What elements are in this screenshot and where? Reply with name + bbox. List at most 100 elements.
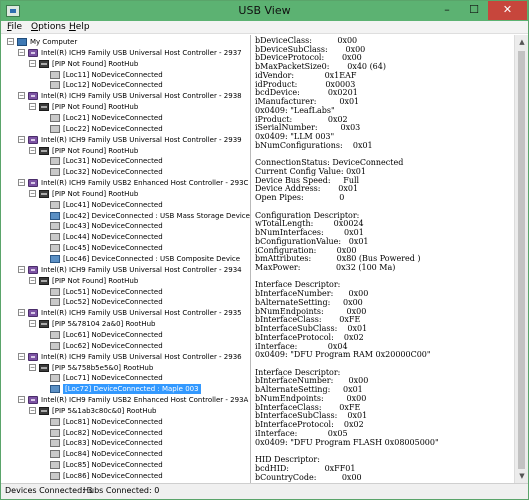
title-bar[interactable]: USB View – ☐ ✕ — [1, 1, 528, 21]
tree-node-label: [PIP 5&758b5e5&0] RootHub — [52, 363, 154, 372]
tree-node[interactable]: − [PIP Not Found] RootHub — [3, 102, 250, 112]
collapse-toggle-icon[interactable]: − — [7, 38, 14, 45]
collapse-toggle-icon[interactable]: − — [18, 135, 25, 143]
tree-node[interactable]: − Intel(R) ICH9 Family USB2 Enhanced Host… — [3, 178, 250, 188]
scroll-thumb[interactable] — [518, 51, 525, 469]
tree-node[interactable]: [Loc46] DeviceConnected : USB Composite … — [3, 254, 250, 264]
collapse-toggle-icon[interactable]: − — [29, 59, 36, 67]
tree-node[interactable]: [Loc81] NoDeviceConnected — [3, 417, 250, 427]
port-icon — [50, 113, 60, 122]
tree-node-label: [Loc31] NoDeviceConnected — [63, 157, 163, 166]
tree-node[interactable]: [Loc83] NoDeviceConnected — [3, 438, 250, 448]
tree-node[interactable]: [Loc52] NoDeviceConnected — [3, 297, 250, 307]
port-icon — [50, 330, 60, 339]
menu-file[interactable]: File — [7, 22, 22, 32]
tree-node[interactable]: [Loc12] NoDeviceConnected — [3, 80, 250, 90]
collapse-toggle-icon[interactable]: − — [29, 320, 36, 328]
tree-node-label: [Loc61] NoDeviceConnected — [63, 330, 163, 339]
collapse-toggle-icon[interactable]: − — [29, 189, 36, 197]
tree-node[interactable]: − Intel(R) ICH9 Family USB Universal Host… — [3, 48, 250, 58]
tree-node[interactable]: − Intel(R) ICH9 Family USB Universal Host… — [3, 352, 250, 362]
tree-node[interactable]: [Loc61] NoDeviceConnected — [3, 330, 250, 340]
scroll-down-arrow-icon[interactable]: ▼ — [515, 469, 529, 483]
collapse-toggle-icon[interactable]: − — [18, 48, 25, 56]
tree-node[interactable]: [Loc42] DeviceConnected : USB Mass Stora… — [3, 211, 250, 221]
port-icon — [50, 124, 60, 133]
collapse-toggle-icon[interactable]: − — [18, 92, 25, 100]
menu-help[interactable]: Help — [69, 22, 90, 32]
tree-node[interactable]: [Loc41] NoDeviceConnected — [3, 200, 250, 210]
tree-node[interactable]: − Intel(R) ICH9 Family USB Universal Host… — [3, 91, 250, 101]
collapse-toggle-icon[interactable]: − — [29, 406, 36, 414]
menu-options[interactable]: Options — [31, 22, 66, 32]
tree-node[interactable]: − Intel(R) ICH9 Family USB Universal Host… — [3, 135, 250, 145]
tree-node[interactable]: − [PIP 5&1ab3c80c&0] RootHub — [3, 406, 250, 416]
tree-node-label: [Loc41] NoDeviceConnected — [63, 200, 163, 209]
tree-node[interactable]: − [PIP Not Found] RootHub — [3, 146, 250, 156]
collapse-toggle-icon[interactable]: − — [29, 363, 36, 371]
tree-node[interactable]: − Intel(R) ICH9 Family USB Universal Host… — [3, 308, 250, 318]
tree-node[interactable]: − My Computer — [3, 37, 250, 47]
tree-node[interactable]: [Loc44] NoDeviceConnected — [3, 232, 250, 242]
port-icon — [50, 200, 60, 209]
collapse-toggle-icon[interactable]: − — [18, 309, 25, 317]
collapse-toggle-icon[interactable]: − — [18, 396, 25, 404]
tree-node[interactable]: [Loc84] NoDeviceConnected — [3, 449, 250, 459]
tree-node[interactable]: [Loc21] NoDeviceConnected — [3, 113, 250, 123]
collapse-toggle-icon[interactable]: − — [29, 276, 36, 284]
tree-node[interactable]: [Loc86] NoDeviceConnected — [3, 471, 250, 481]
tree-node[interactable]: [Loc11] NoDeviceConnected — [3, 70, 250, 80]
scroll-up-arrow-icon[interactable]: ▲ — [515, 35, 529, 49]
tree-node-label: Intel(R) ICH9 Family USB Universal Host … — [41, 309, 242, 318]
tree-node[interactable]: − [PIP 5&78104 2a&0] RootHub — [3, 319, 250, 329]
tree-node[interactable]: − [PIP Not Found] RootHub — [3, 276, 250, 286]
tree-node[interactable]: [Loc31] NoDeviceConnected — [3, 156, 250, 166]
tree-node[interactable]: [Loc62] NoDeviceConnected — [3, 341, 250, 351]
port-icon — [50, 428, 60, 437]
menu-file-rest: ile — [11, 22, 23, 32]
detail-line: bCountryCode: 0x00 — [255, 472, 362, 482]
close-button[interactable]: ✕ — [488, 1, 527, 20]
controller-icon — [28, 352, 38, 361]
tree-node[interactable]: [Loc72] DeviceConnected : Maple 003 — [3, 384, 250, 395]
port-icon — [50, 417, 60, 426]
tree-node[interactable]: − [PIP 5&758b5e5&0] RootHub — [3, 363, 250, 373]
hub-icon — [39, 320, 49, 329]
details-scrollbar[interactable]: ▲ ▼ — [514, 35, 528, 483]
tree-node[interactable]: [Loc43] NoDeviceConnected — [3, 221, 250, 231]
tree-node-label: [PIP Not Found] RootHub — [52, 146, 139, 155]
tree-node-label: Intel(R) ICH9 Family USB Universal Host … — [41, 48, 242, 57]
tree-node-label: [Loc71] NoDeviceConnected — [63, 374, 163, 383]
tree-node-label: Intel(R) ICH9 Family USB Universal Host … — [41, 92, 242, 101]
device-tree[interactable]: − My Computer − Intel(R) ICH9 Family USB Un… — [3, 35, 251, 483]
hubs-connected-status: Hubs Connected: 0 — [83, 486, 160, 495]
tree-node[interactable]: [Loc32] NoDeviceConnected — [3, 167, 250, 177]
minimize-button[interactable]: – — [434, 1, 460, 20]
tree-node[interactable]: − [PIP Not Found] RootHub — [3, 59, 250, 69]
tree-node[interactable]: − Intel(R) ICH9 Family USB Universal Host… — [3, 265, 250, 275]
tree-node-label: [Loc42] DeviceConnected : USB Mass Stora… — [63, 211, 250, 220]
details-pane[interactable]: bDeviceClass: 0x00 bDeviceSubClass: 0x00 b… — [252, 35, 514, 483]
collapse-toggle-icon[interactable]: − — [18, 179, 25, 187]
controller-icon — [28, 265, 38, 274]
tree-node[interactable]: [Loc45] NoDeviceConnected — [3, 243, 250, 253]
tree-node-label: [Loc85] NoDeviceConnected — [63, 461, 163, 470]
hub-icon — [39, 59, 49, 68]
collapse-toggle-icon[interactable]: − — [29, 146, 36, 154]
collapse-toggle-icon[interactable]: − — [18, 352, 25, 360]
port-icon — [50, 287, 60, 296]
port-icon — [50, 439, 60, 448]
hub-icon — [39, 363, 49, 372]
collapse-toggle-icon[interactable]: − — [18, 265, 25, 273]
tree-node[interactable]: [Loc71] NoDeviceConnected — [3, 373, 250, 383]
tree-node[interactable]: [Loc22] NoDeviceConnected — [3, 124, 250, 134]
tree-node[interactable]: [Loc51] NoDeviceConnected — [3, 287, 250, 297]
maximize-button[interactable]: ☐ — [461, 1, 487, 20]
tree-node[interactable]: − Intel(R) ICH9 Family USB2 Enhanced Host… — [3, 395, 250, 405]
detail-line: Open Pipes: 0 — [255, 193, 345, 203]
tree-node[interactable]: [Loc82] NoDeviceConnected — [3, 428, 250, 438]
collapse-toggle-icon[interactable]: − — [29, 103, 36, 111]
tree-node[interactable]: − [PIP Not Found] RootHub — [3, 189, 250, 199]
port-icon — [50, 168, 60, 177]
tree-node[interactable]: [Loc85] NoDeviceConnected — [3, 460, 250, 470]
